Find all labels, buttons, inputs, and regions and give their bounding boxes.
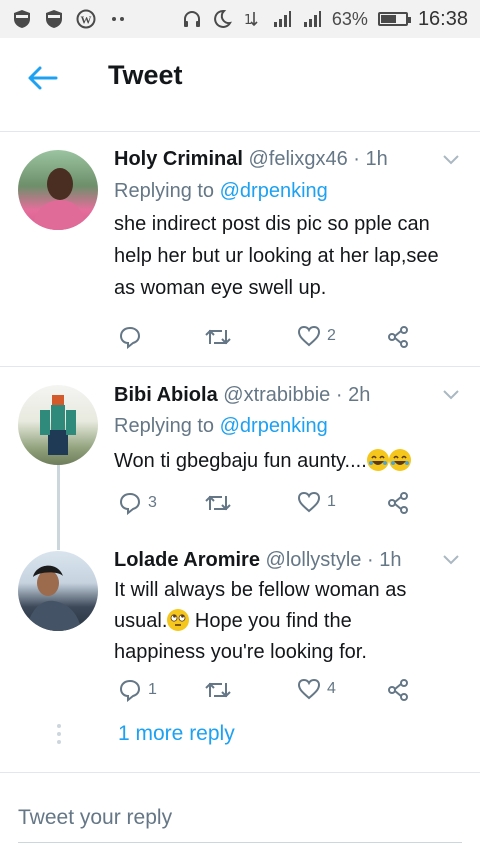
top-bar: Tweet (0, 38, 480, 118)
svg-text:1: 1 (244, 13, 252, 28)
shield-icon (14, 10, 30, 28)
retweet-button[interactable] (204, 679, 232, 701)
tweet-header: Bibi Abiola @xtrabibbie · 2h (114, 381, 370, 409)
share-button[interactable] (386, 325, 410, 349)
rofl-emoji (366, 449, 389, 471)
heart-icon (297, 491, 321, 513)
like-button[interactable]: 1 (297, 491, 336, 513)
signal-icon (303, 11, 321, 27)
headset-icon (183, 11, 200, 27)
mention-link[interactable]: @drpenking (220, 180, 328, 202)
status-bar: W 1 63% 16:38 (0, 0, 480, 38)
replying-to: Replying to @drpenking (114, 412, 328, 440)
moon-icon (214, 9, 232, 28)
replying-prefix: Replying to (114, 415, 220, 437)
author-name[interactable]: Holy Criminal (114, 148, 243, 170)
tweet-header: Lolade Aromire @lollystyle · 1h (114, 546, 401, 574)
dots-icon (112, 17, 124, 21)
share-icon (388, 492, 408, 514)
retweet-button[interactable] (204, 492, 232, 514)
share-icon (388, 679, 408, 701)
mention-link[interactable]: @drpenking (220, 415, 328, 437)
replying-to: Replying to @drpenking (114, 177, 328, 205)
eye-roll-emoji (167, 609, 190, 631)
share-icon (388, 326, 408, 348)
battery-percent: 63% (331, 8, 368, 29)
reply-button[interactable] (118, 325, 148, 349)
tweet-text: usual. Hope you find the (114, 605, 352, 638)
like-count: 1 (327, 493, 336, 510)
arrow-left-icon[interactable] (26, 64, 58, 92)
replying-prefix: Replying to (114, 180, 220, 202)
chevron-down-icon[interactable] (442, 554, 460, 566)
thread-line (57, 464, 60, 550)
tweet-text-line: Won ti gbegbaju fun aunty.... (114, 450, 367, 472)
share-button[interactable] (386, 491, 410, 515)
retweet-icon (205, 495, 231, 511)
divider (0, 772, 480, 773)
tweet-text-line: Hope you find the (189, 610, 352, 632)
tweet-text-line: help her but ur looking at her lap,see (114, 245, 439, 267)
reply-icon (119, 492, 141, 515)
like-button[interactable]: 2 (297, 325, 336, 347)
clock: 16:38 (417, 7, 468, 30)
like-button[interactable]: 4 (297, 678, 336, 700)
author-name[interactable]: Bibi Abiola (114, 384, 218, 406)
avatar[interactable] (18, 150, 98, 230)
chevron-down-icon[interactable] (442, 389, 460, 401)
thread-dots (57, 724, 61, 748)
data-arrows-icon: 1 (244, 12, 258, 28)
battery-icon (377, 12, 411, 26)
author-handle[interactable]: @lollystyle (266, 549, 362, 571)
shield-icon (46, 10, 62, 28)
retweet-icon (205, 329, 231, 345)
reply-count: 1 (148, 681, 157, 698)
reply-button[interactable]: 1 (118, 678, 157, 702)
author-handle[interactable]: @felixgx46 (248, 148, 347, 170)
wordpress-icon: W (76, 9, 96, 29)
tweet-text: Won ti gbegbaju fun aunty.... (114, 445, 411, 478)
heart-icon (297, 678, 321, 700)
tweet-text-line: happiness you're looking for. (114, 641, 367, 663)
reply-icon (119, 679, 141, 702)
divider (0, 366, 480, 367)
chevron-down-icon[interactable] (442, 154, 460, 166)
reply-input[interactable]: Tweet your reply (18, 806, 172, 830)
battery-level (380, 15, 396, 23)
tweet-time: · 2h (330, 384, 371, 406)
retweet-button[interactable] (204, 326, 232, 348)
reply-icon (119, 326, 141, 349)
heart-icon (297, 325, 321, 347)
reply-button[interactable]: 3 (118, 491, 157, 515)
rofl-emoji (388, 449, 411, 471)
author-handle[interactable]: @xtrabibbie (223, 384, 330, 406)
avatar[interactable] (18, 551, 98, 631)
tweet-text-line: It will always be fellow woman as (114, 579, 407, 601)
tweet-text-line: usual. (114, 610, 168, 632)
like-count: 4 (327, 680, 336, 697)
like-count: 2 (327, 327, 336, 344)
retweet-icon (205, 682, 231, 698)
tweet-text-line: she indirect post dis pic so pple can (114, 213, 430, 235)
author-name[interactable]: Lolade Aromire (114, 549, 260, 571)
avatar[interactable] (18, 385, 98, 465)
reply-input-underline (18, 842, 462, 843)
signal-icon (273, 11, 291, 27)
tweet-header: Holy Criminal @felixgx46 · 1h (114, 145, 388, 173)
page-title: Tweet (108, 60, 183, 90)
svg-text:W: W (81, 15, 92, 27)
tweet-time: · 1h (347, 148, 388, 170)
more-replies-link[interactable]: 1 more reply (118, 722, 235, 746)
tweet-text-line: as woman eye swell up. (114, 277, 327, 299)
tweet-time: · 1h (361, 549, 402, 571)
share-button[interactable] (386, 678, 410, 702)
reply-count: 3 (148, 494, 157, 511)
divider (0, 131, 480, 132)
